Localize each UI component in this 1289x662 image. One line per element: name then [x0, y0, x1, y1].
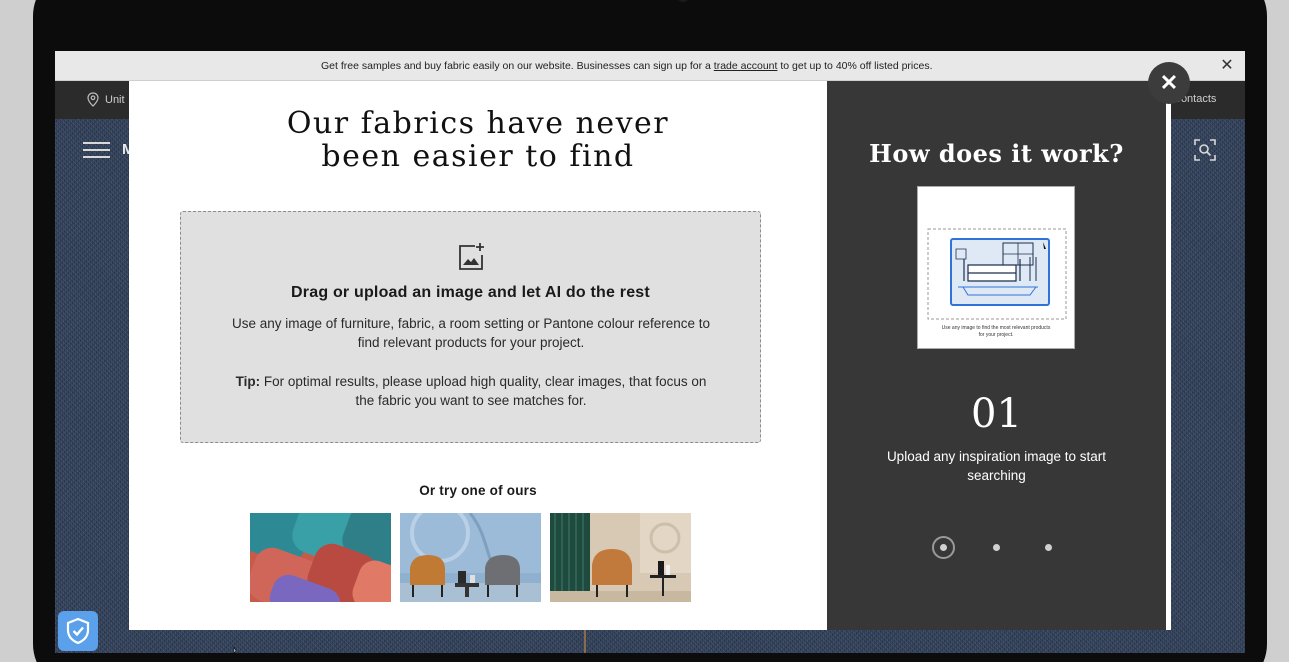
mouse-cursor-icon — [233, 647, 237, 653]
step-dot-1-active[interactable] — [932, 536, 955, 559]
visual-search-modal: Our fabrics have never been easier to fi… — [129, 81, 827, 630]
webcam — [676, 0, 690, 2]
modal-close-button[interactable]: ✕ — [1148, 62, 1190, 104]
sample-image-fabric-cushions[interactable] — [250, 513, 391, 602]
visual-search-icon[interactable] — [1194, 139, 1216, 161]
location-pin-icon — [87, 92, 99, 107]
dropzone-description: Use any image of furniture, fabric, a ro… — [232, 316, 710, 350]
add-image-icon — [459, 243, 484, 270]
dropzone-tip: Tip: For optimal results, please upload … — [235, 374, 707, 408]
how-it-works-panel: How does it work? Use any image to find … — [827, 81, 1171, 630]
step-description: Upload any inspiration image to start se… — [886, 449, 1107, 483]
step-illustration: Use any image to find the most relevant … — [917, 186, 1075, 349]
hamburger-icon — [83, 141, 110, 158]
image-dropzone[interactable]: Drag or upload an image and let AI do th… — [180, 211, 761, 443]
location-selector[interactable]: Unit — [87, 92, 125, 107]
sample-image-green-curtain-room[interactable] — [550, 513, 691, 602]
step-dot-2[interactable] — [993, 544, 1000, 551]
close-icon[interactable]: ✕ — [1219, 58, 1235, 74]
privacy-shield-button[interactable] — [58, 611, 98, 651]
dropzone-heading: Drag or upload an image and let AI do th… — [291, 284, 650, 301]
location-label: Unit — [105, 93, 125, 106]
illustration-caption-line1: Use any image to find the most relevant … — [942, 325, 1051, 331]
shield-check-icon — [66, 617, 90, 645]
sample-images-label: Or try one of ours — [419, 483, 537, 498]
browser-viewport: Get free samples and buy fabric easily o… — [55, 51, 1245, 653]
menu-button[interactable]: M — [83, 141, 135, 158]
background-divider — [584, 626, 586, 653]
announcement-bar: Get free samples and buy fabric easily o… — [55, 51, 1245, 81]
modal-title: Our fabrics have never been easier to fi… — [286, 106, 670, 174]
step-number: 01 — [971, 391, 1022, 437]
step-pagination — [827, 536, 1166, 560]
how-it-works-title: How does it work? — [869, 139, 1124, 168]
illustration-caption-line2: for your project. — [979, 332, 1014, 338]
sample-image-blue-room[interactable] — [400, 513, 541, 602]
trade-account-link[interactable]: trade account — [714, 60, 778, 72]
announcement-text: Get free samples and buy fabric easily o… — [321, 60, 933, 72]
step-dot-3[interactable] — [1045, 544, 1052, 551]
